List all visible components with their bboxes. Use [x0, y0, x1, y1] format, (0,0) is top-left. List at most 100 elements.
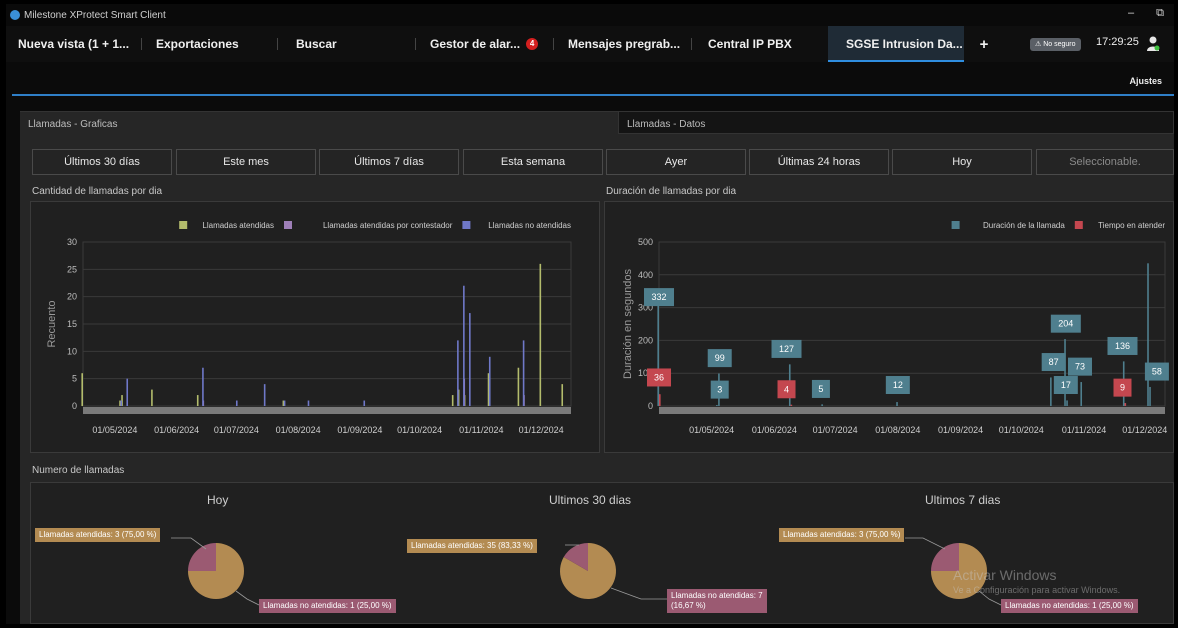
legend-swatch: [179, 221, 188, 229]
tab-llamadas-graficas[interactable]: Llamadas - Graficas: [20, 111, 618, 134]
leader-line: [235, 590, 260, 606]
legend-swatch: [1074, 221, 1083, 229]
bar: [463, 285, 465, 406]
x-tick-label: 01/08/2024: [276, 425, 321, 435]
workspace: Llamadas - Graficas Llamadas - Datos Últ…: [20, 111, 1174, 624]
tab-label: Mensajes pregrab...: [568, 37, 681, 51]
bar: [1066, 400, 1068, 406]
duration-chart-section-label: Duración de llamadas por dia: [606, 186, 737, 197]
count-chart-section-label: Cantidad de llamadas por dia: [32, 186, 163, 197]
x-tick-label: 01/05/2024: [92, 425, 137, 435]
pie-30-unanswered-line1: Llamadas no atendidas: 7: [671, 591, 763, 600]
bar: [120, 400, 123, 406]
y-tick-label: 0: [72, 401, 77, 411]
user-status-icon[interactable]: [1146, 36, 1160, 52]
pie-7-unanswered-label: Llamadas no atendidas: 1 (25,00 %): [1001, 599, 1138, 613]
tab-exportaciones[interactable]: Exportaciones: [142, 26, 278, 62]
filter-last-7-days[interactable]: Últimos 7 días: [319, 149, 459, 175]
bar: [469, 313, 471, 406]
x-tick-label: 01/09/2024: [337, 425, 382, 435]
bar: [1149, 386, 1151, 406]
y-tick-label: 25: [67, 264, 77, 274]
bar: [561, 384, 564, 406]
bar: [126, 378, 129, 406]
minimize-button[interactable]: –: [1128, 7, 1134, 20]
filter-custom-range[interactable]: Seleccionable.: [1036, 149, 1174, 175]
filter-last-30-days[interactable]: Últimos 30 días: [32, 149, 172, 175]
bar: [457, 340, 459, 406]
filter-today[interactable]: Hoy: [892, 149, 1032, 175]
tab-mensajes-pregrabados[interactable]: Mensajes pregrab...: [554, 26, 692, 62]
restore-button[interactable]: ⧉: [1156, 7, 1164, 20]
tab-label: SGSE Intrusion Da...: [846, 37, 963, 51]
filter-this-month[interactable]: Este mes: [176, 149, 316, 175]
data-label: 4: [784, 384, 789, 394]
bar: [283, 400, 286, 406]
bar: [1050, 377, 1052, 406]
leader-line: [905, 537, 946, 550]
x-tick-label: 01/09/2024: [938, 425, 983, 435]
bar: [363, 400, 366, 406]
pie-charts-area: Hoy Ultimos 30 dias Ultimos 7 dias Llama…: [30, 482, 1174, 624]
bar: [451, 395, 454, 406]
filter-this-week[interactable]: Esta semana: [463, 149, 603, 175]
filter-yesterday[interactable]: Ayer: [606, 149, 746, 175]
y-tick-label: 5: [72, 374, 77, 384]
pie-hoy-answered-label: Llamadas atendidas: 3 (75,00 %): [35, 528, 161, 542]
tab-label: Gestor de alar...: [430, 37, 521, 51]
tab-sgse-intrusion[interactable]: SGSE Intrusion Da...: [828, 26, 964, 62]
x-tick-label: 01/10/2024: [397, 425, 442, 435]
bar: [657, 297, 659, 406]
add-tab-button[interactable]: +: [964, 26, 1004, 62]
bar: [1147, 263, 1149, 406]
duration-chart-frame: 0 100 200 300 400 500 01/05/2024 01/06/2024 01/0…: [604, 201, 1174, 453]
legend-label: Tiempo en atender: [1098, 221, 1165, 230]
security-status-badge: ⚠ No seguro: [1030, 38, 1081, 51]
x-tick-label: 01/07/2024: [813, 425, 858, 435]
tab-gestor-alarmas[interactable]: Gestor de alar... 4: [416, 26, 554, 62]
data-label: 136: [1115, 341, 1130, 351]
filter-last-24-hours[interactable]: Últimas 24 horas: [749, 149, 889, 175]
x-tick-label: 01/05/2024: [689, 425, 734, 435]
tab-buscar[interactable]: Buscar: [278, 26, 416, 62]
tab-central-ip-pbx[interactable]: Central IP PBX: [692, 26, 828, 62]
bar: [522, 340, 525, 406]
tab-label: Buscar: [296, 37, 337, 51]
bar: [151, 389, 153, 406]
y-axis-label: Duración en segundos: [622, 268, 634, 379]
clock: 17:29:25: [1096, 36, 1139, 48]
bar: [517, 367, 520, 406]
data-label: 99: [715, 353, 725, 363]
bar: [1080, 382, 1083, 406]
data-label: 58: [1152, 367, 1162, 377]
bar: [716, 405, 718, 406]
data-label: 17: [1061, 380, 1071, 390]
bar: [821, 404, 823, 406]
y-tick-label: 400: [638, 270, 653, 280]
y-tick-label: 0: [648, 401, 653, 411]
tab-llamadas-datos[interactable]: Llamadas - Datos: [618, 111, 1174, 134]
data-label: 204: [1058, 319, 1073, 329]
bar: [81, 373, 83, 406]
scrollbar: [659, 407, 1165, 414]
tab-label: Nueva vista (1 + 1...: [18, 37, 130, 51]
smart-client-window: Milestone XProtect Smart Client – ⧉ Nuev…: [6, 4, 1174, 624]
view-tabs: Nueva vista (1 + 1... Exportaciones Busc…: [6, 26, 1174, 62]
tab-label: Exportaciones: [156, 37, 239, 51]
legend-label: Llamadas no atendidas: [488, 221, 571, 230]
y-tick-label: 500: [638, 237, 653, 247]
settings-button[interactable]: Ajustes: [1129, 76, 1162, 86]
x-tick-label: 01/11/2024: [1062, 425, 1106, 435]
bar: [263, 384, 266, 406]
pie-hoy-unanswered-label: Llamadas no atendidas: 1 (25,00 %): [259, 599, 396, 613]
alarm-count-badge: 4: [526, 38, 539, 50]
bar: [488, 356, 491, 406]
title-bar: Milestone XProtect Smart Client – ⧉: [6, 4, 1174, 26]
data-label: 36: [654, 372, 664, 382]
data-label: 5: [818, 384, 823, 394]
plot-area: [658, 241, 1166, 407]
windows-activation-title: Activar Windows: [953, 567, 1057, 583]
y-axis-label: Recuento: [46, 300, 58, 347]
scrollbar: [83, 407, 571, 414]
tab-nueva-vista[interactable]: Nueva vista (1 + 1...: [6, 26, 142, 62]
